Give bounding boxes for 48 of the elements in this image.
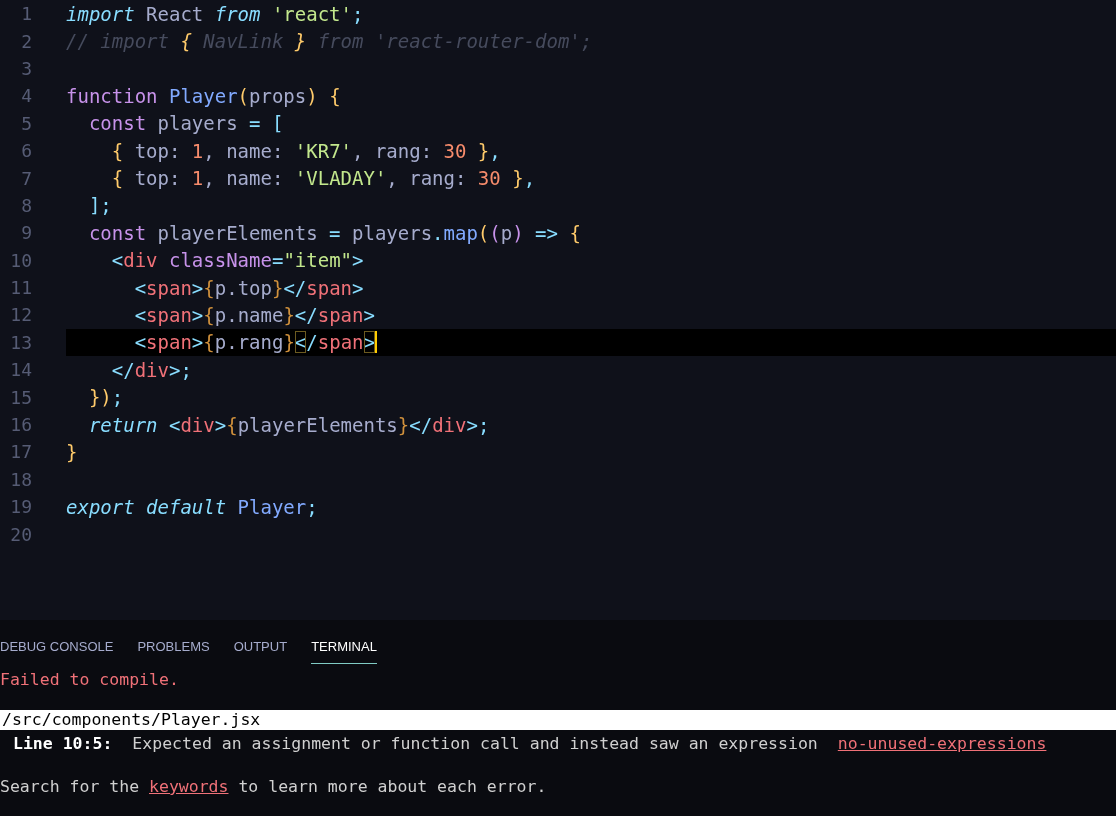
- line-number: 6: [20, 140, 32, 162]
- code-line: }: [66, 440, 78, 463]
- panel-tab[interactable]: PROBLEMS: [137, 636, 210, 664]
- line-number: 18: [9, 468, 32, 490]
- code-line: <div className="item">: [110, 249, 364, 272]
- line-number: 10: [9, 249, 32, 271]
- error-message: Failed to compile.: [0, 669, 180, 691]
- error-description: Expected an assignment or function call and instead saw an expression: [132, 733, 818, 753]
- code-line: { top: 1, name: 'VLADAY', rang: 30 },: [110, 167, 536, 190]
- line-number: 11: [9, 277, 32, 299]
- rule-link[interactable]: no-unused-expressions: [837, 733, 1047, 753]
- line-number: 13: [9, 331, 32, 353]
- line-number: 7: [20, 167, 32, 189]
- line-number: 5: [20, 112, 32, 134]
- line-number: 16: [9, 414, 32, 436]
- line-number: 2: [20, 30, 32, 52]
- text-cursor: [374, 331, 377, 354]
- code-line: // import { NavLink } from 'react-router-dom';: [66, 30, 593, 53]
- code-line: function Player(props) {: [66, 84, 341, 107]
- line-number: 3: [20, 57, 32, 79]
- code-line: <span>{p.top}</span>: [133, 276, 364, 299]
- line-number: 12: [9, 304, 32, 326]
- panel-tab[interactable]: TERMINAL: [311, 636, 377, 664]
- code-line: </div>;: [110, 358, 192, 381]
- code-line: ];: [87, 194, 112, 217]
- line-number: 15: [9, 386, 32, 408]
- code-line: export default Player;: [66, 495, 318, 518]
- line-number: 14: [9, 359, 32, 381]
- panel-tab[interactable]: DEBUG CONSOLE: [0, 636, 114, 664]
- keywords-link[interactable]: keywords: [149, 777, 229, 796]
- code-line: return <div>{playerElements}</div>;: [87, 413, 490, 436]
- line-number: 8: [20, 194, 32, 216]
- file-path-banner: /src/components/Player.jsx: [0, 710, 1116, 730]
- error-location: Line 10:5:: [13, 733, 113, 753]
- line-number: 9: [20, 222, 32, 244]
- line-number: 1: [20, 3, 32, 25]
- code-line: { top: 1, name: 'KR7', rang: 30 },: [110, 139, 501, 162]
- hint-text: Search for the keywords to learn more about each error.: [0, 776, 548, 798]
- code-line: const playerElements = players.map((p) => {: [87, 221, 581, 244]
- line-number: 4: [20, 85, 32, 107]
- line-number: 19: [9, 496, 32, 518]
- code-line: const players = [: [87, 112, 284, 135]
- panel-tab[interactable]: OUTPUT: [233, 636, 288, 664]
- code-line: });: [87, 386, 124, 409]
- line-number: 20: [9, 523, 32, 545]
- code-line: import React from 'react';: [66, 2, 364, 25]
- code-line: <span>{p.name}</span>: [133, 304, 375, 326]
- line-number: 17: [9, 441, 32, 463]
